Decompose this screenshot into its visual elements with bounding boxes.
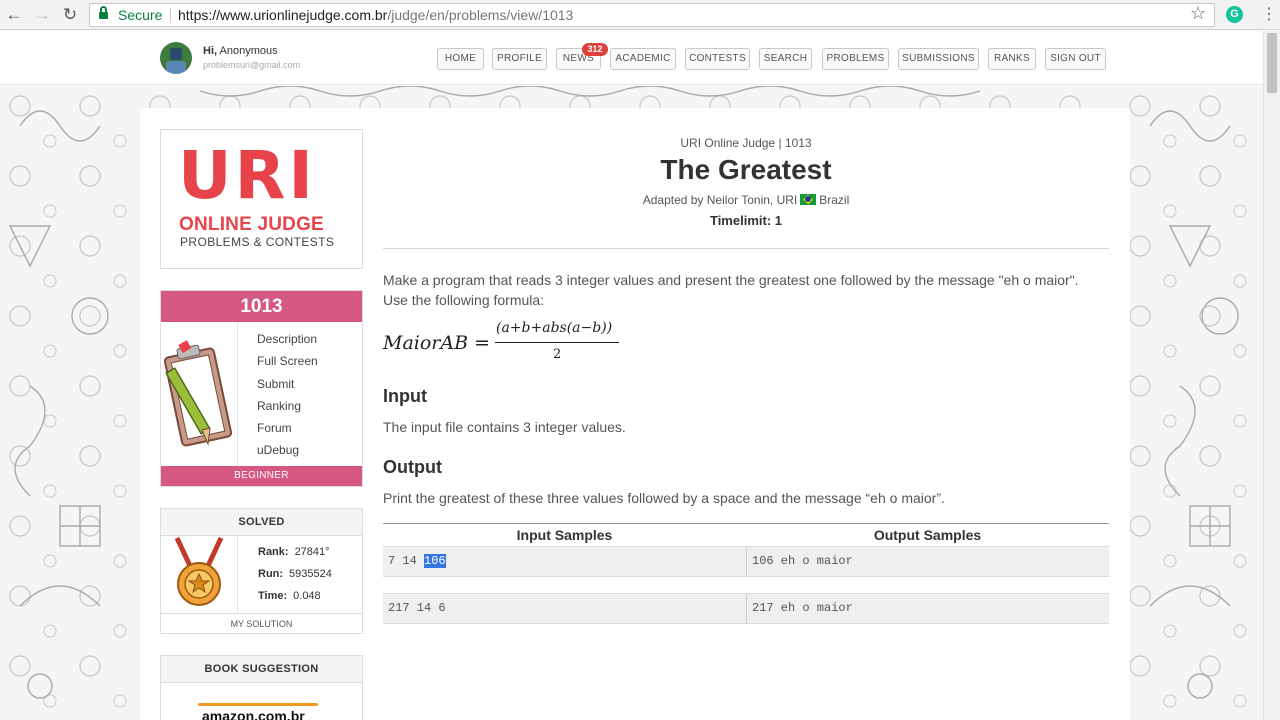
- url-text[interactable]: https://www.urionlinejudge.com.br/judge/…: [178, 4, 573, 26]
- menu-sign-out-button[interactable]: SIGN OUT: [1045, 48, 1106, 70]
- menu-submissions-button[interactable]: SUBMISSIONS: [898, 48, 979, 70]
- sample-output-cell[interactable]: 217 eh o maior: [752, 594, 853, 623]
- problem-author: Adapted by Neilor Tonin, URI Brazil: [642, 193, 850, 207]
- page-scrollbar[interactable]: [1263, 31, 1280, 720]
- sample-output-cell[interactable]: 106 eh o maior: [752, 547, 853, 576]
- problem-full-screen-link[interactable]: Full Screen: [257, 353, 318, 375]
- sample-row: 217 14 6 217 eh o maior: [383, 593, 1109, 624]
- output-text: Print the greatest of these three values…: [383, 490, 945, 506]
- user-greeting: Hi, Anonymous: [203, 45, 278, 57]
- user-avatar[interactable]: [160, 42, 192, 74]
- my-solution-link[interactable]: MY SOLUTION: [161, 613, 362, 633]
- sample-input-cell[interactable]: 7 14 106: [388, 547, 446, 576]
- user-email: problemsuri@gmail.com: [203, 60, 301, 70]
- uri-logo[interactable]: URI ONLINE JUDGE PROBLEMS & CONTESTS: [160, 129, 363, 269]
- problem-forum-link[interactable]: Forum: [257, 420, 318, 442]
- input-samples-header: Input Samples: [516, 527, 613, 543]
- brazil-flag-icon: [800, 194, 817, 205]
- reload-icon[interactable]: ↻: [59, 4, 81, 26]
- problem-id: 1013: [161, 291, 362, 322]
- sample-row: 7 14 106 106 eh o maior: [383, 546, 1109, 577]
- menu-problems-button[interactable]: PROBLEMS: [822, 48, 889, 70]
- problem-submit-link[interactable]: Submit: [257, 376, 318, 398]
- problem-description-link[interactable]: Description: [257, 331, 318, 353]
- menu-ranks-button[interactable]: RANKS: [988, 48, 1036, 70]
- book-suggestion-header: BOOK SUGGESTION: [161, 656, 362, 683]
- problem-description: Make a program that reads 3 integer valu…: [383, 272, 1079, 308]
- solved-box: SOLVED Rank: 27841° Run: 5935524 Time: 0.04…: [160, 508, 363, 634]
- forward-arrow-icon[interactable]: →: [31, 4, 53, 26]
- bookmark-star-icon[interactable]: ☆: [1190, 3, 1206, 24]
- problem-breadcrumb: URI Online Judge | 1013: [680, 136, 812, 150]
- output-heading: Output: [383, 457, 442, 477]
- menu-academic-button[interactable]: ACADEMIC: [610, 48, 676, 70]
- clipboard-icon: [163, 340, 233, 447]
- problem-ranking-link[interactable]: Ranking: [257, 398, 318, 420]
- solved-time: Time: 0.048: [258, 590, 321, 602]
- menu-contests-button[interactable]: CONTESTS: [685, 48, 750, 70]
- problem-level-badge: BEGINNER: [161, 466, 362, 486]
- solved-run: Run: 5935524: [258, 568, 332, 580]
- browser-menu-icon[interactable]: ⋮: [1261, 4, 1277, 26]
- lock-icon: [99, 6, 108, 20]
- problem-title: The Greatest: [660, 154, 832, 185]
- medal-illustration: [161, 536, 238, 613]
- menu-search-button[interactable]: SEARCH: [759, 48, 812, 70]
- grammarly-extension-icon[interactable]: G: [1226, 6, 1243, 23]
- back-arrow-icon[interactable]: ←: [3, 4, 25, 26]
- input-heading: Input: [383, 386, 427, 406]
- address-bar[interactable]: Secure https://www.urionlinejudge.com.br…: [89, 3, 1215, 27]
- problem-menu-box: 1013 Description Full Screen Submit Rank…: [160, 290, 363, 487]
- selected-text: 106: [424, 554, 446, 568]
- problem-timelimit: Timelimit: 1: [709, 213, 782, 228]
- news-count-badge: 312: [582, 43, 608, 56]
- secure-label: Secure: [118, 7, 163, 23]
- browser-toolbar: ← → ↻ Secure https://www.urionlinejudge.…: [0, 0, 1280, 30]
- input-text: The input file contains 3 integer values…: [383, 419, 626, 435]
- amazon-smile-icon: [198, 703, 318, 706]
- problem-udebug-link[interactable]: uDebug: [257, 442, 318, 464]
- medal-icon: [174, 536, 224, 606]
- clipboard-illustration: [161, 322, 238, 466]
- solved-header: SOLVED: [161, 509, 362, 536]
- site-header: Hi, Anonymous problemsuri@gmail.com HOME…: [0, 31, 1263, 85]
- header-divider: [383, 248, 1109, 249]
- output-samples-header: Output Samples: [873, 527, 982, 543]
- menu-profile-button[interactable]: PROFILE: [492, 48, 547, 70]
- solved-rank: Rank: 27841°: [258, 546, 330, 558]
- book-suggestion-box: BOOK SUGGESTION amazon.com.br: [160, 655, 363, 720]
- menu-home-button[interactable]: HOME: [437, 48, 484, 70]
- amazon-logo[interactable]: amazon.com.br: [202, 708, 305, 720]
- sample-input-cell[interactable]: 217 14 6: [388, 594, 446, 623]
